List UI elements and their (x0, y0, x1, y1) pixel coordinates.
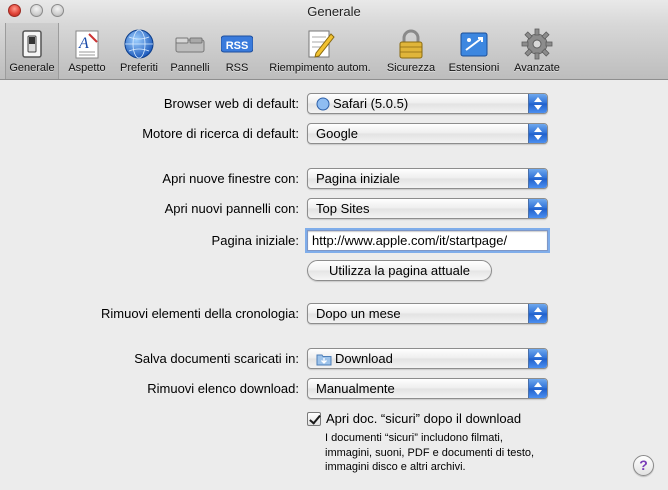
remove-downloads-label: Rimuovi elenco download: (147, 381, 299, 396)
remove-history-value: Dopo un mese (316, 306, 401, 321)
new-windows-label: Apri nuove finestre con: (162, 171, 299, 186)
use-current-page-button[interactable]: Utilizza la pagina attuale (307, 260, 492, 281)
toolbar: Generale Generale A Aspetto Preferiti Pa… (0, 0, 668, 80)
default-browser-value: Safari (5.0.5) (333, 96, 409, 111)
switch-icon (22, 30, 42, 58)
toolbar-item-generale[interactable]: Generale (5, 23, 59, 79)
new-tabs-value: Top Sites (316, 201, 370, 216)
download-location-popup[interactable]: Download (307, 348, 548, 369)
toolbar-item-label: Generale (9, 62, 55, 74)
download-location-value: Download (335, 351, 393, 366)
remove-history-label: Rimuovi elementi della cronologia: (101, 306, 299, 321)
pencil-form-icon (308, 30, 335, 58)
popup-arrows-icon (528, 199, 547, 218)
window-title: Generale (307, 4, 361, 19)
preferences-window: Generale Generale A Aspetto Preferiti Pa… (0, 0, 668, 490)
remove-downloads-value: Manualmente (316, 381, 395, 396)
popup-arrows-icon (528, 124, 547, 143)
search-engine-label: Motore di ricerca di default: (142, 126, 299, 141)
download-location-label: Salva documenti scaricati in: (134, 351, 299, 366)
popup-arrows-icon (528, 304, 547, 323)
toolbar-item-label: Estensioni (448, 62, 500, 74)
help-line: I documenti “sicuri” includono filmati, (325, 432, 503, 444)
search-engine-value: Google (316, 126, 358, 141)
toolbar-item-label: Pannelli (170, 62, 210, 74)
toolbar-item-aspetto[interactable]: A Aspetto (61, 26, 113, 78)
remove-history-popup[interactable]: Dopo un mese (307, 303, 548, 324)
toolbar-item-label: Avanzate (514, 62, 560, 74)
folder-icon (316, 354, 332, 366)
tabs-icon (175, 37, 205, 53)
safari-compass-icon (316, 97, 330, 111)
homepage-label: Pagina iniziale: (211, 233, 299, 248)
toolbar-item-pannelli[interactable]: Pannelli (166, 26, 214, 78)
rss-badge-text: RSS (226, 40, 249, 52)
globe-icon (124, 29, 154, 59)
popup-arrows-icon (528, 379, 547, 398)
popup-arrows-icon (528, 94, 547, 113)
svg-text:A: A (78, 35, 89, 52)
help-line: immagini, suoni, PDF e documenti di test… (325, 446, 535, 459)
gear-icon (521, 28, 553, 60)
toolbar-item-label: Riempimento autom. (269, 62, 371, 74)
default-browser-label: Browser web di default: (163, 96, 299, 111)
toolbar-item-label: Aspetto (68, 62, 106, 74)
new-tabs-label: Apri nuovi pannelli con: (164, 201, 299, 216)
default-browser-popup[interactable]: Safari (5.0.5) (307, 93, 548, 114)
open-safe-help-text: I documenti “sicuri” includono filmati, … (325, 431, 565, 475)
lock-icon (399, 29, 423, 59)
toolbar-item-label: Sicurezza (386, 62, 436, 74)
help-line: immagini disco e altri archivi. (325, 461, 466, 473)
toolbar-item-label: RSS (225, 62, 249, 74)
search-engine-popup[interactable]: Google (307, 123, 548, 144)
open-safe-checkbox[interactable] (307, 412, 321, 426)
new-tabs-popup[interactable]: Top Sites (307, 198, 548, 219)
toolbar-item-preferiti[interactable]: Preferiti (115, 26, 163, 78)
new-windows-value: Pagina iniziale (316, 171, 400, 186)
remove-downloads-popup[interactable]: Manualmente (307, 378, 548, 399)
toolbar-item-avanzate[interactable]: Avanzate (509, 26, 565, 78)
new-windows-popup[interactable]: Pagina iniziale (307, 168, 548, 189)
toolbar-item-riempimento[interactable]: Riempimento autom. (262, 26, 378, 78)
help-button[interactable]: ? (633, 455, 654, 476)
popup-arrows-icon (528, 169, 547, 188)
toolbar-item-sicurezza[interactable]: Sicurezza (383, 26, 439, 78)
puzzle-icon (460, 32, 488, 57)
open-safe-label[interactable]: Apri doc. “sicuri” dopo il download (326, 411, 521, 426)
homepage-field[interactable]: http://www.apple.com/it/startpage/ (307, 230, 548, 251)
toolbar-item-estensioni[interactable]: Estensioni (444, 26, 504, 78)
popup-arrows-icon (528, 349, 547, 368)
rss-icon: RSS (221, 35, 253, 53)
toolbar-item-rss[interactable]: RSS RSS (216, 26, 258, 78)
toolbar-item-label: Preferiti (120, 62, 158, 74)
fonts-icon: A (75, 30, 99, 59)
